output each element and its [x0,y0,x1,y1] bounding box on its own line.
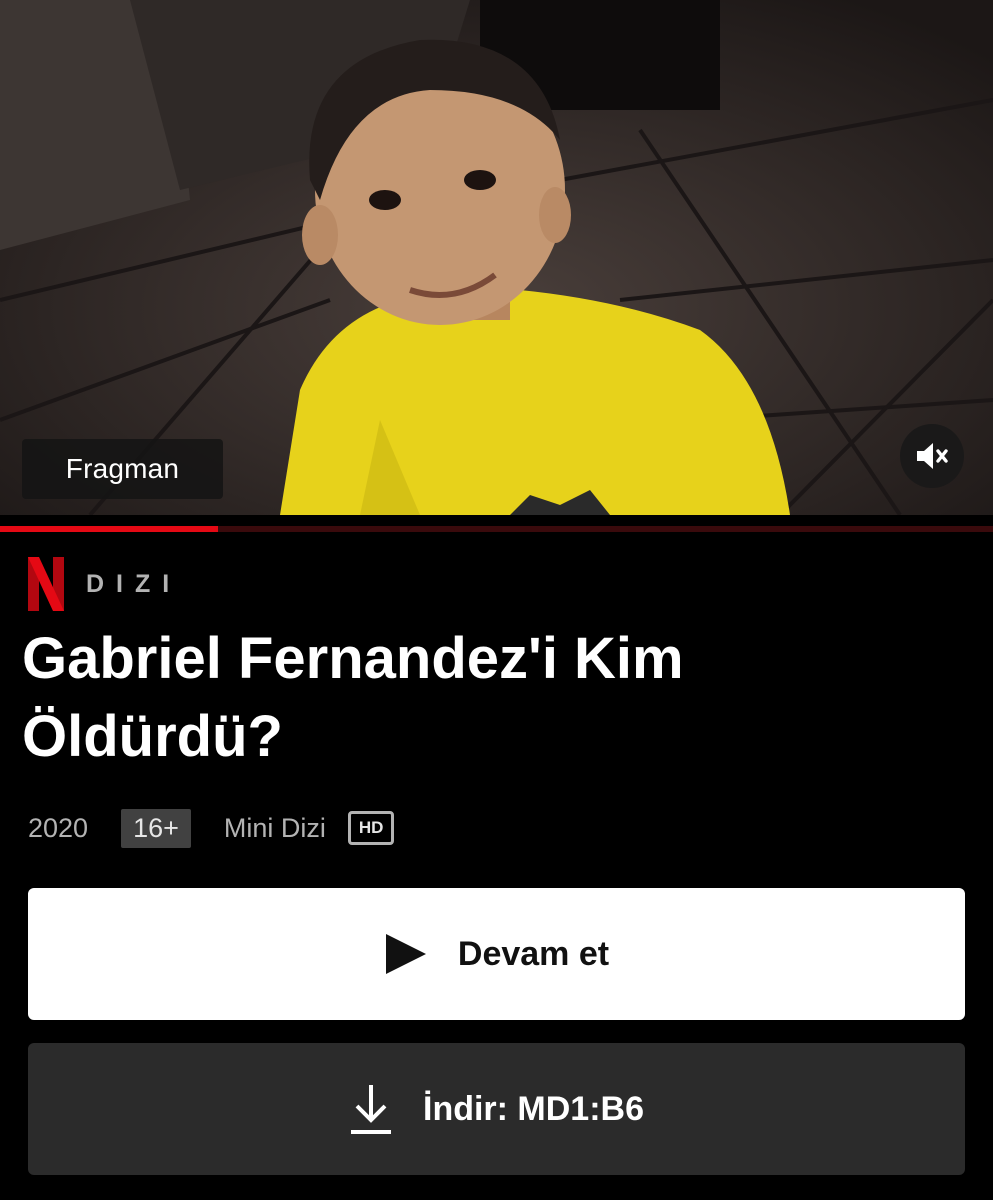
playback-progress-fill [0,526,219,532]
speaker-muted-icon [917,443,948,469]
resume-button[interactable]: Devam et [28,888,965,1020]
metadata-row: 2020 16+ Mini Dizi HD [28,807,395,849]
page-title: Gabriel Fernandez'i Kim Öldürdü? [22,626,684,769]
play-icon [384,932,428,976]
maturity-rating-badge: 16+ [121,808,191,848]
playback-progress-bar[interactable] [0,526,993,532]
trailer-label: Fragman [22,439,223,499]
trailer-video[interactable]: Fragman [0,0,993,515]
netflix-n-logo [28,557,64,611]
mute-button[interactable] [900,424,964,488]
show-type: Mini Dizi [223,812,326,843]
video-frame-image [0,0,993,515]
resume-button-label: Devam et [457,934,610,973]
download-icon [349,1083,393,1135]
content-type-label: DIZI [86,569,182,598]
release-year: 2020 [28,812,89,843]
download-button-label: İndir: MD1:B6 [423,1089,644,1128]
brand-row: DIZI [28,556,181,612]
download-button[interactable]: İndir: MD1:B6 [28,1043,965,1175]
hd-badge: HD [347,811,395,845]
